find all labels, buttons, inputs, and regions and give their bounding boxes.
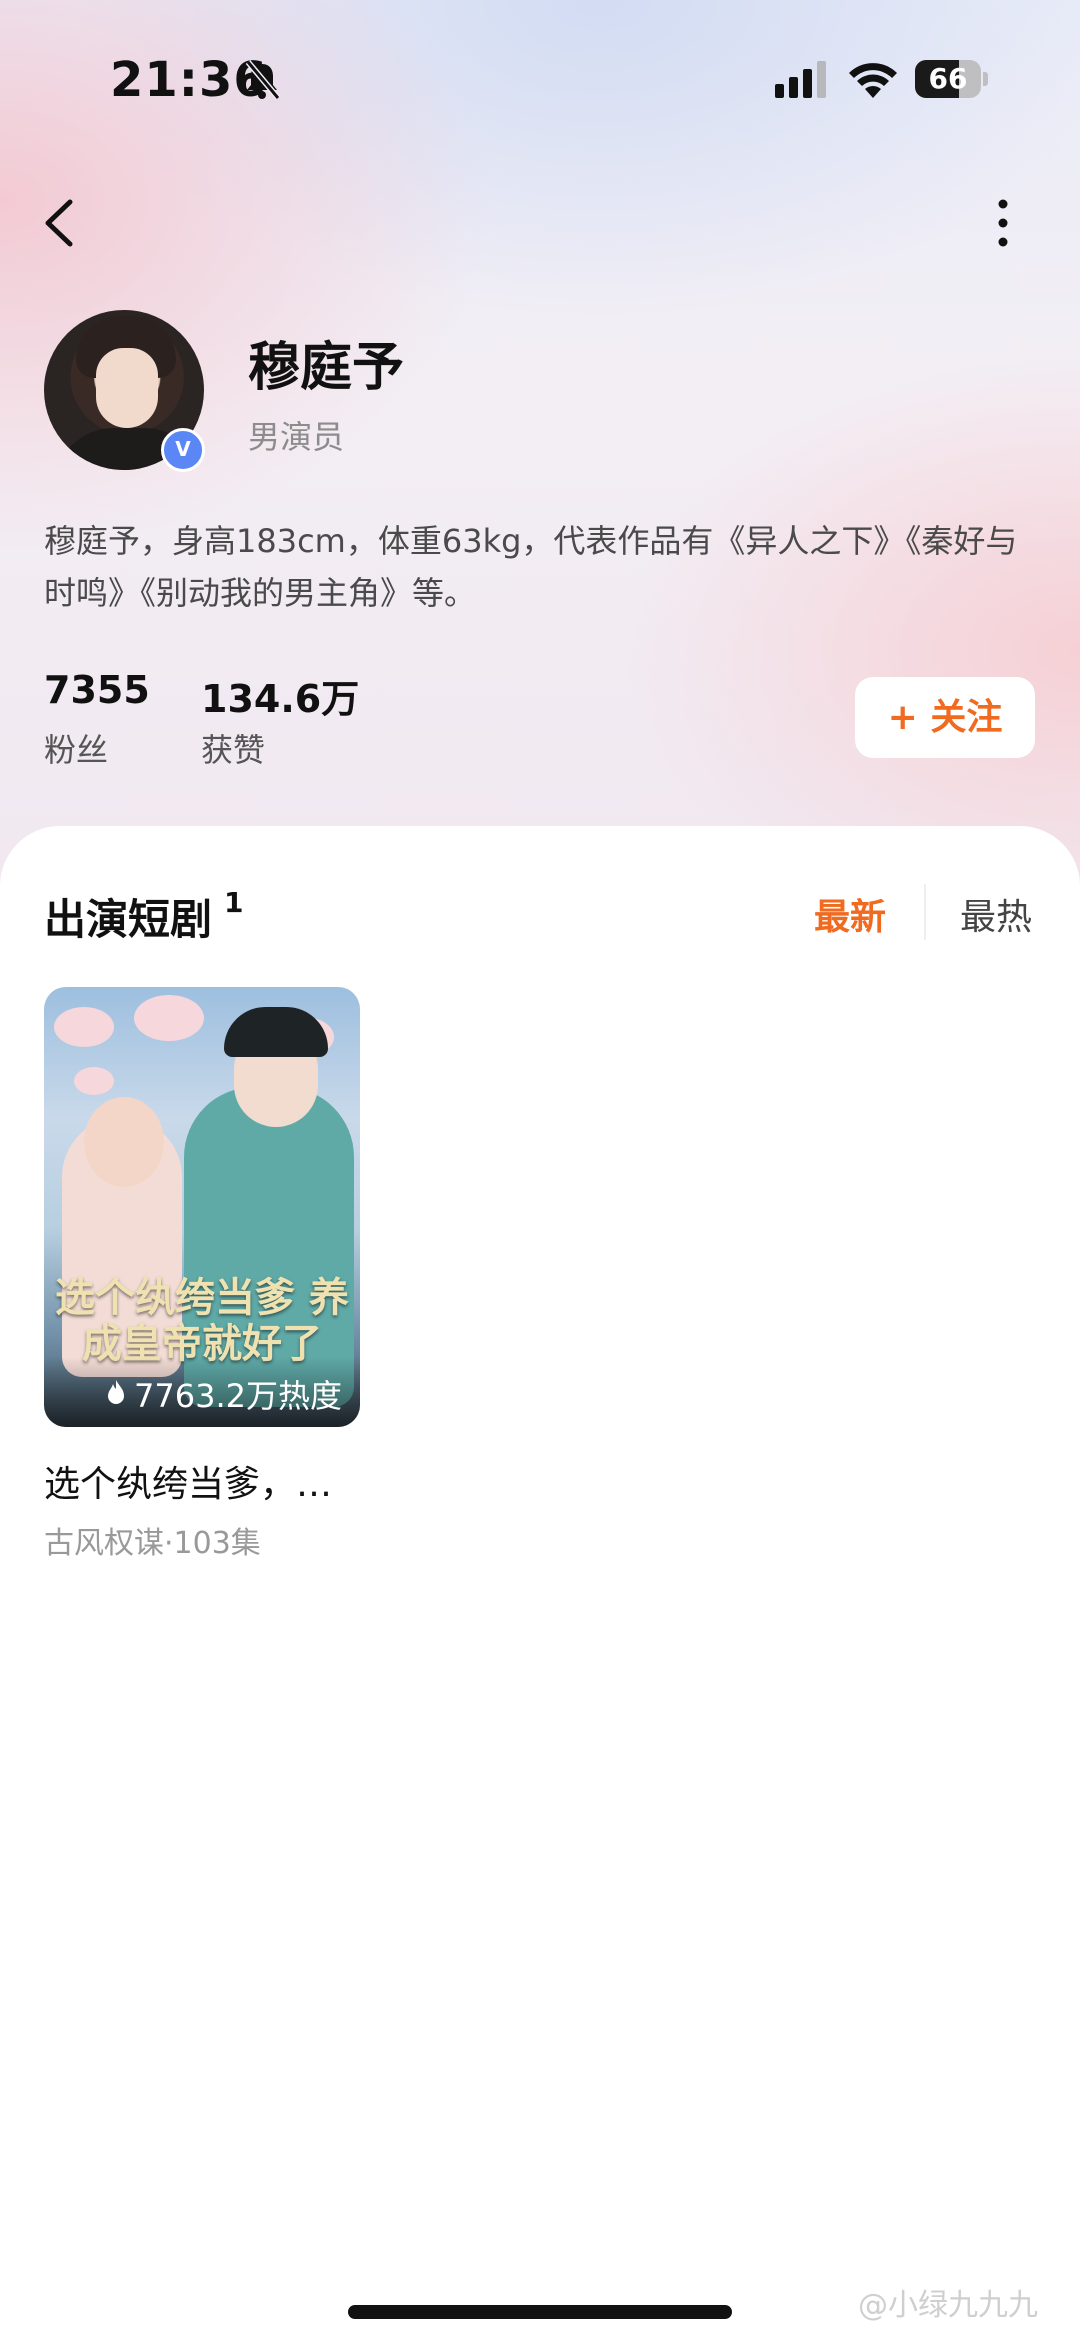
profile-name: 穆庭予: [248, 338, 405, 398]
profile-bio: 穆庭予，身高183cm，体重63kg，代表作品有《异人之下》《秦好与时鸣》《别动…: [44, 522, 1018, 612]
wifi-icon: [849, 63, 897, 98]
more-options-icon[interactable]: [990, 196, 1016, 250]
flame-icon: [108, 1380, 124, 1404]
likes-label: 获赞: [201, 731, 266, 769]
sort-latest-tab[interactable]: 最新: [814, 888, 886, 940]
follow-button[interactable]: + 关注: [855, 677, 1035, 758]
verified-badge-icon: V: [161, 428, 205, 472]
bell-muted-icon: [245, 60, 281, 100]
battery-level-text: 66: [928, 62, 968, 95]
back-arrow-icon[interactable]: [40, 196, 80, 250]
cellular-signal-icon: [775, 61, 826, 98]
watermark: @小绿九九九: [858, 2288, 1038, 2323]
sort-divider: [924, 884, 926, 940]
profile-role: 男演员: [248, 418, 345, 456]
likes-count: 134.6万: [201, 677, 360, 721]
drama-title[interactable]: 选个纨绔当爹，…: [44, 1455, 332, 1507]
battery-indicator: 66: [915, 60, 988, 98]
fans-count[interactable]: 7355: [44, 668, 150, 712]
heat-count: 7763.2万热度: [134, 1377, 342, 1415]
section-count: 1: [224, 886, 244, 919]
section-title: 出演短剧: [44, 895, 213, 944]
fans-label: 粉丝: [44, 731, 109, 769]
drama-cover[interactable]: 选个纨绔当爹 养成皇帝就好了 7763.2万热度: [44, 987, 360, 1427]
cover-title-art: 选个纨绔当爹 养成皇帝就好了: [55, 1275, 349, 1367]
home-indicator[interactable]: [348, 2305, 732, 2319]
sort-hottest-tab[interactable]: 最热: [960, 888, 1032, 940]
drama-meta: 古风权谋·103集: [44, 1526, 261, 1561]
